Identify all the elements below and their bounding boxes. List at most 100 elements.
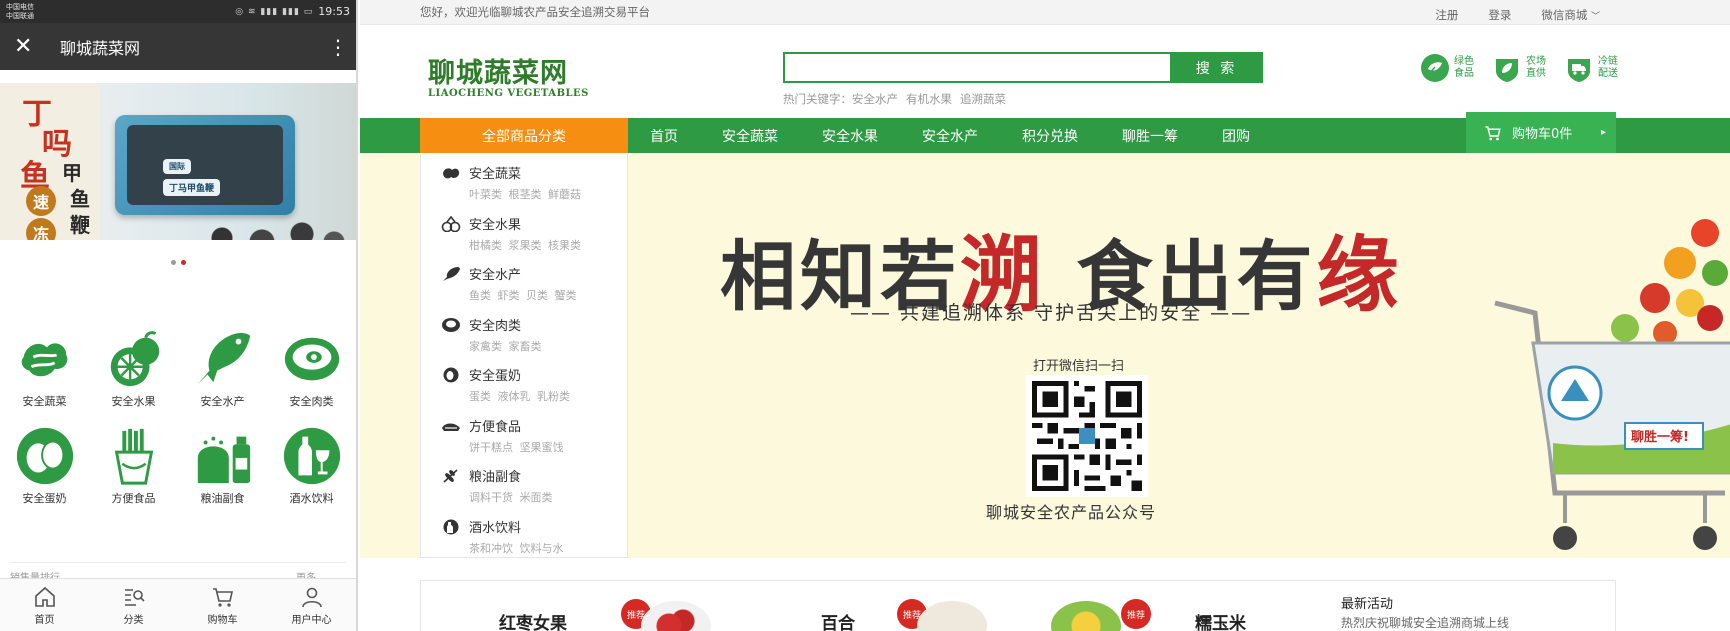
all-categories-button[interactable]: 全部商品分类 — [420, 118, 628, 153]
category-label: 安全水产 — [200, 395, 245, 408]
category-drinks[interactable]: 酒水饮料 — [272, 425, 352, 506]
category-menu-item[interactable]: 安全水果 柑橘类 浆果类 核果类 — [421, 210, 627, 261]
meat-icon — [284, 337, 339, 381]
category-menu-title: 安全水产 — [469, 268, 522, 283]
wine-icon — [283, 427, 340, 485]
screenshot-stage: 中国电信 中国联通 ◎ ≋ ▮▮▮ ▮▮▮ ▭ 19:53 ✕ 聊城蔬菜网 ⋮ … — [0, 0, 1730, 631]
hot-keyword[interactable]: 安全水产 — [852, 92, 898, 106]
bottom-tab-bar: 首页 分类 购物车 用户中心 — [0, 578, 356, 631]
nav-item[interactable]: 安全水产 — [922, 126, 978, 146]
cart-button[interactable]: 购物车0件 ▸ — [1466, 112, 1616, 153]
category-seafood[interactable]: 安全水产 — [183, 328, 263, 409]
hero-banner[interactable]: 安全蔬菜 叶菜类 根茎类 鲜蘑菇 安全水果 柑橘类 浆果类 核果类 安全水产 鱼… — [360, 153, 1730, 558]
logo-english: LIAOCHENG VEGETABLES — [428, 88, 589, 99]
news-title: 最新活动 — [1341, 597, 1394, 612]
category-menu-sub: 茶和冲饮 饮料与水 — [469, 541, 564, 555]
status-time: 19:53 — [318, 5, 350, 18]
promo-carousel[interactable]: 丁 吗 鱼 甲 鱼 鞭 速 冻 丁马甲鱼鞭 国际 — [0, 70, 356, 240]
category-menu-title: 粮油副食 — [469, 470, 522, 485]
carrier-names: 中国电信 中国联通 — [6, 3, 34, 21]
nav-item[interactable]: 团购 — [1222, 126, 1250, 146]
main-nav: 全部商品分类 首页 安全蔬菜 安全水果 安全水产 积分兑换 聊胜一筹 团购 购物… — [360, 112, 1730, 153]
register-link[interactable]: 注册 — [1435, 7, 1458, 23]
package-brand: 国际 — [163, 159, 191, 174]
grain-oil-icon — [197, 436, 250, 484]
badge-line2: 直供 — [1526, 68, 1546, 79]
home-icon — [34, 586, 55, 607]
vegetable-icon — [21, 343, 67, 377]
category-menu-item[interactable]: 粮油副食 调料干货 米面类 — [421, 462, 627, 513]
promo-product-image[interactable] — [641, 601, 711, 631]
badge-line2: 配送 — [1598, 68, 1618, 79]
promo-product-name[interactable]: 红枣女果 — [499, 609, 567, 631]
category-grain-oil[interactable]: 粮油副食 — [183, 425, 263, 506]
sales-ranking-peek[interactable]: 销售量排行 更多 — [10, 562, 346, 584]
category-menu-title: 方便食品 — [469, 419, 522, 435]
badge-line1: 冷链 — [1598, 56, 1618, 67]
meat-icon — [442, 317, 460, 332]
category-menu-title: 安全肉类 — [469, 318, 522, 334]
more-options-icon[interactable]: ⋮ — [328, 35, 348, 59]
category-menu-sub: 柑橘类 浆果类 核果类 — [469, 238, 581, 252]
status-indicators: ◎ ≋ ▮▮▮ ▮▮▮ ▭ 19:53 — [235, 5, 350, 18]
category-menu-item[interactable]: 方便食品 饼干糕点 坚果蜜饯 — [421, 412, 627, 463]
category-vegetables[interactable]: 安全蔬菜 — [5, 328, 85, 409]
top-bar: 您好，欢迎光临聊城农产品安全追溯交易平台 注册 登录 微信商城 ﹀ — [360, 0, 1730, 25]
cart-label: 购物车0件 — [1512, 127, 1573, 142]
category-meat[interactable]: 安全肉类 — [272, 328, 352, 409]
nav-item[interactable]: 安全水果 — [822, 126, 878, 146]
fruit-icon — [441, 215, 461, 232]
category-row-2: 安全蛋奶 方便食品 粮油副食 酒水饮料 — [0, 425, 356, 506]
badge-farm-direct: 农场 直供 — [1492, 53, 1550, 83]
wechat-mall-link[interactable]: 微信商城 ﹀ — [1541, 7, 1600, 23]
cart-icon — [212, 587, 233, 607]
product-shells-image — [190, 218, 350, 240]
category-menu-item[interactable]: 安全肉类 家禽类 家畜类 — [421, 311, 627, 362]
category-menu-item[interactable]: 安全蔬菜 叶菜类 根茎类 鲜蘑菇 — [421, 159, 627, 210]
promo-product-name[interactable]: 糯玉米 — [1195, 609, 1246, 631]
tab-label: 用户中心 — [291, 614, 332, 626]
category-menu-title: 安全蔬菜 — [469, 167, 522, 182]
hot-keyword[interactable]: 追溯蔬菜 — [960, 92, 1006, 106]
cold-chain-truck-icon — [1568, 59, 1590, 82]
category-label: 安全蔬菜 — [22, 395, 67, 408]
tab-user-center[interactable]: 用户中心 — [272, 585, 352, 626]
category-fruit[interactable]: 安全水果 — [94, 328, 174, 409]
search-button[interactable]: 搜 索 — [1170, 52, 1263, 83]
promo-product-name[interactable]: 百合 — [821, 609, 855, 631]
category-label: 粮油副食 — [200, 492, 245, 505]
egg-icon — [16, 427, 73, 485]
nav-item[interactable]: 聊胜一筹 — [1122, 126, 1178, 146]
tab-home[interactable]: 首页 — [5, 585, 85, 626]
user-icon — [301, 587, 322, 607]
category-menu-item[interactable]: 安全蛋奶 蛋类 液体乳 乳粉类 — [421, 361, 627, 412]
recommend-badge: 推荐 — [1121, 599, 1151, 629]
promo-product-image[interactable] — [1051, 601, 1121, 631]
tab-label: 购物车 — [207, 614, 238, 626]
nav-item[interactable]: 首页 — [650, 126, 678, 146]
badge-green-food: 绿色 食品 — [1420, 53, 1478, 83]
login-link[interactable]: 登录 — [1488, 7, 1511, 23]
category-menu-sub: 鱼类 虾类 贝类 蟹类 — [469, 289, 577, 302]
hot-keyword[interactable]: 有机水果 — [906, 92, 952, 106]
category-convenience-food[interactable]: 方便食品 — [94, 425, 174, 506]
nav-item[interactable]: 积分兑换 — [1022, 126, 1078, 146]
chevron-right-icon: ▸ — [1600, 127, 1606, 138]
tab-category[interactable]: 分类 — [94, 585, 174, 626]
site-logo[interactable]: 聊城蔬菜网 LIAOCHENG VEGETABLES — [428, 51, 589, 99]
shopping-cart-illustration: 聊胜一筹! — [1494, 219, 1730, 550]
carousel-dot-2[interactable] — [180, 259, 186, 265]
category-menu-item[interactable]: 酒水饮料 茶和冲饮 饮料与水 — [421, 513, 627, 559]
carousel-dot-1[interactable] — [170, 259, 176, 265]
close-icon[interactable]: ✕ — [14, 34, 44, 59]
category-menu-item[interactable]: 安全水产 鱼类 虾类 贝类 蟹类 — [421, 260, 627, 311]
tab-cart[interactable]: 购物车 — [183, 585, 263, 626]
product-package-image: 丁马甲鱼鞭 国际 — [115, 115, 295, 215]
promo-product-image[interactable] — [917, 601, 987, 631]
search-input[interactable] — [783, 52, 1170, 83]
category-eggs[interactable]: 安全蛋奶 — [5, 425, 85, 506]
banner-dark-char-2: 鱼 — [70, 187, 90, 211]
service-badges: 绿色 食品 农场 直供 冷链 配送 — [1420, 53, 1622, 83]
nav-item[interactable]: 安全蔬菜 — [722, 126, 778, 146]
news-item[interactable]: 热烈庆祝聊城安全追溯商城上线 — [1341, 614, 1509, 631]
